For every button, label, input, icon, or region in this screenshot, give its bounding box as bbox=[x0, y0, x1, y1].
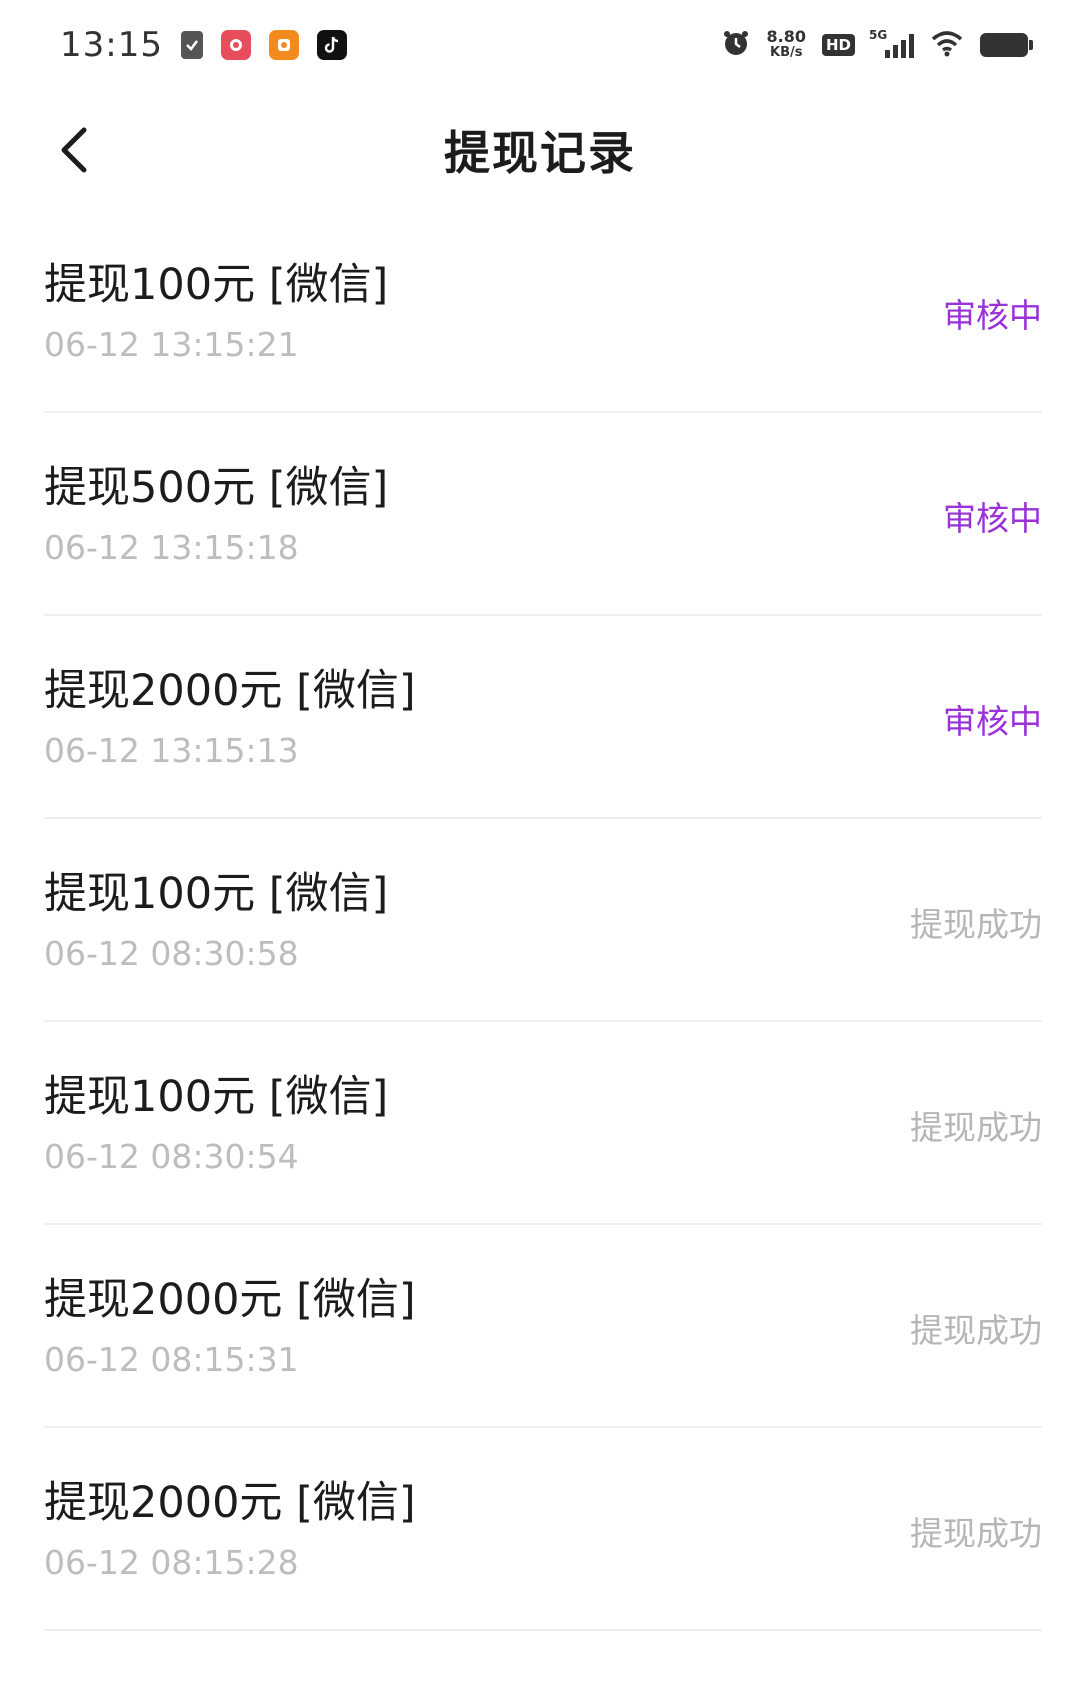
alarm-icon bbox=[721, 28, 751, 62]
status-right: 8.80 KB/s HD 5G bbox=[721, 27, 1033, 62]
list-item[interactable]: 提现100元 [微信] 06-12 13:15:21 审核中 bbox=[44, 210, 1042, 413]
nav-bar: 提现记录 bbox=[0, 90, 1080, 210]
record-time: 06-12 08:15:28 bbox=[44, 1542, 299, 1582]
list-item[interactable]: 提现2000元 [微信] 06-12 08:15:31 提现成功 bbox=[44, 1225, 1042, 1428]
status-badge: 审核中 bbox=[943, 701, 1042, 741]
clipboard-icon bbox=[180, 31, 203, 59]
app-notification-icon bbox=[220, 30, 251, 60]
tiktok-icon bbox=[316, 30, 347, 60]
list-item[interactable]: 提现2000元 [微信] 06-12 13:15:13 审核中 bbox=[44, 616, 1042, 819]
status-badge: 提现成功 bbox=[910, 1513, 1042, 1553]
status-badge: 提现成功 bbox=[910, 1310, 1042, 1350]
record-title: 提现2000元 [微信] bbox=[44, 1477, 416, 1528]
list-item[interactable]: 提现500元 [微信] 06-12 13:15:18 审核中 bbox=[44, 413, 1042, 616]
app-notification-icon bbox=[268, 30, 299, 60]
signal-icon: 5G bbox=[869, 28, 914, 58]
battery-icon bbox=[980, 33, 1033, 57]
record-time: 06-12 08:15:31 bbox=[44, 1339, 299, 1379]
record-time: 06-12 13:15:18 bbox=[44, 527, 299, 567]
list-item[interactable]: 提现100元 [微信] 06-12 08:30:54 提现成功 bbox=[44, 1022, 1042, 1225]
record-title: 提现100元 [微信] bbox=[44, 1071, 389, 1122]
record-title: 提现2000元 [微信] bbox=[44, 1274, 416, 1325]
record-time: 06-12 08:30:54 bbox=[44, 1136, 299, 1176]
hd-badge: HD bbox=[821, 34, 855, 56]
chevron-left-icon bbox=[61, 127, 87, 173]
record-title: 提现100元 [微信] bbox=[44, 259, 389, 310]
record-title: 提现100元 [微信] bbox=[44, 868, 389, 919]
status-bar: 13:15 8.80 KB/s HD 5G bbox=[0, 0, 1080, 90]
wifi-icon bbox=[930, 29, 964, 61]
status-badge: 审核中 bbox=[943, 295, 1042, 335]
status-time: 13:15 bbox=[60, 25, 163, 65]
list-item[interactable]: 提现2000元 [微信] 06-12 08:15:28 提现成功 bbox=[44, 1428, 1042, 1631]
record-time: 06-12 08:30:58 bbox=[44, 933, 299, 973]
status-left: 13:15 bbox=[60, 25, 347, 65]
withdrawal-record-list: 提现100元 [微信] 06-12 13:15:21 审核中 提现500元 [微… bbox=[44, 210, 1042, 1631]
record-title: 提现2000元 [微信] bbox=[44, 665, 416, 716]
list-item[interactable]: 提现100元 [微信] 06-12 08:30:58 提现成功 bbox=[44, 819, 1042, 1022]
network-speed: 8.80 KB/s bbox=[766, 27, 806, 61]
page-title: 提现记录 bbox=[444, 126, 636, 180]
status-badge: 提现成功 bbox=[910, 904, 1042, 944]
record-time: 06-12 13:15:21 bbox=[44, 324, 299, 364]
back-button[interactable] bbox=[36, 112, 112, 188]
record-time: 06-12 13:15:13 bbox=[44, 730, 299, 770]
record-title: 提现500元 [微信] bbox=[44, 462, 389, 513]
status-badge: 审核中 bbox=[943, 498, 1042, 538]
status-badge: 提现成功 bbox=[910, 1107, 1042, 1147]
